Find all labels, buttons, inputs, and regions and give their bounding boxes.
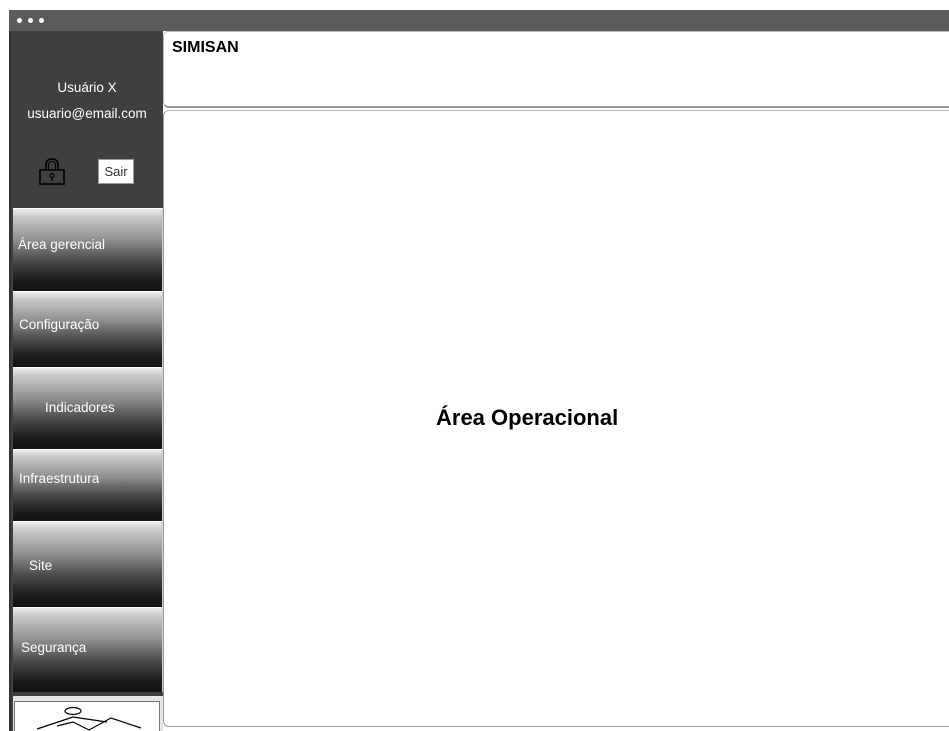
logo-placeholder-icon <box>36 706 142 731</box>
window-control-dot[interactable] <box>28 18 33 23</box>
sidebar-item-label: Configuração <box>19 317 100 332</box>
sidebar: Usuário X usuario@email.com Sair Área ge… <box>9 31 163 731</box>
window-control-dot[interactable] <box>17 18 22 23</box>
app-window: Usuário X usuario@email.com Sair Área ge… <box>9 10 949 731</box>
page-title: Área Operacional <box>436 405 619 430</box>
sidebar-item-label: Área gerencial <box>18 237 106 252</box>
sidebar-item-site[interactable]: Site <box>13 521 163 607</box>
user-email: usuario@email.com <box>27 106 147 121</box>
window-control-dot[interactable] <box>39 18 44 23</box>
sidebar-item-area-gerencial[interactable]: Área gerencial <box>13 208 163 291</box>
user-name: Usuário X <box>57 80 117 95</box>
main-content: Área Operacional <box>163 110 949 727</box>
logout-button[interactable]: Sair <box>98 159 134 184</box>
sidebar-item-infraestrutura[interactable]: Infraestrutura <box>13 449 163 521</box>
sidebar-item-label: Site <box>29 558 53 573</box>
app-header: SIMISAN <box>163 31 949 108</box>
app-title: SIMISAN <box>172 39 239 56</box>
sidebar-item-label: Infraestrutura <box>19 471 100 486</box>
sidebar-item-label: Segurança <box>21 640 87 655</box>
sidebar-footer <box>13 696 163 731</box>
window-titlebar <box>9 10 949 31</box>
sidebar-item-label: Indicadores <box>45 400 115 415</box>
sidebar-item-seguranca[interactable]: Segurança <box>13 607 163 692</box>
logo-placeholder <box>14 701 160 731</box>
sidebar-item-configuracao[interactable]: Configuração <box>13 291 163 367</box>
lock-icon <box>39 158 65 185</box>
sidebar-item-indicadores[interactable]: Indicadores <box>13 367 163 449</box>
